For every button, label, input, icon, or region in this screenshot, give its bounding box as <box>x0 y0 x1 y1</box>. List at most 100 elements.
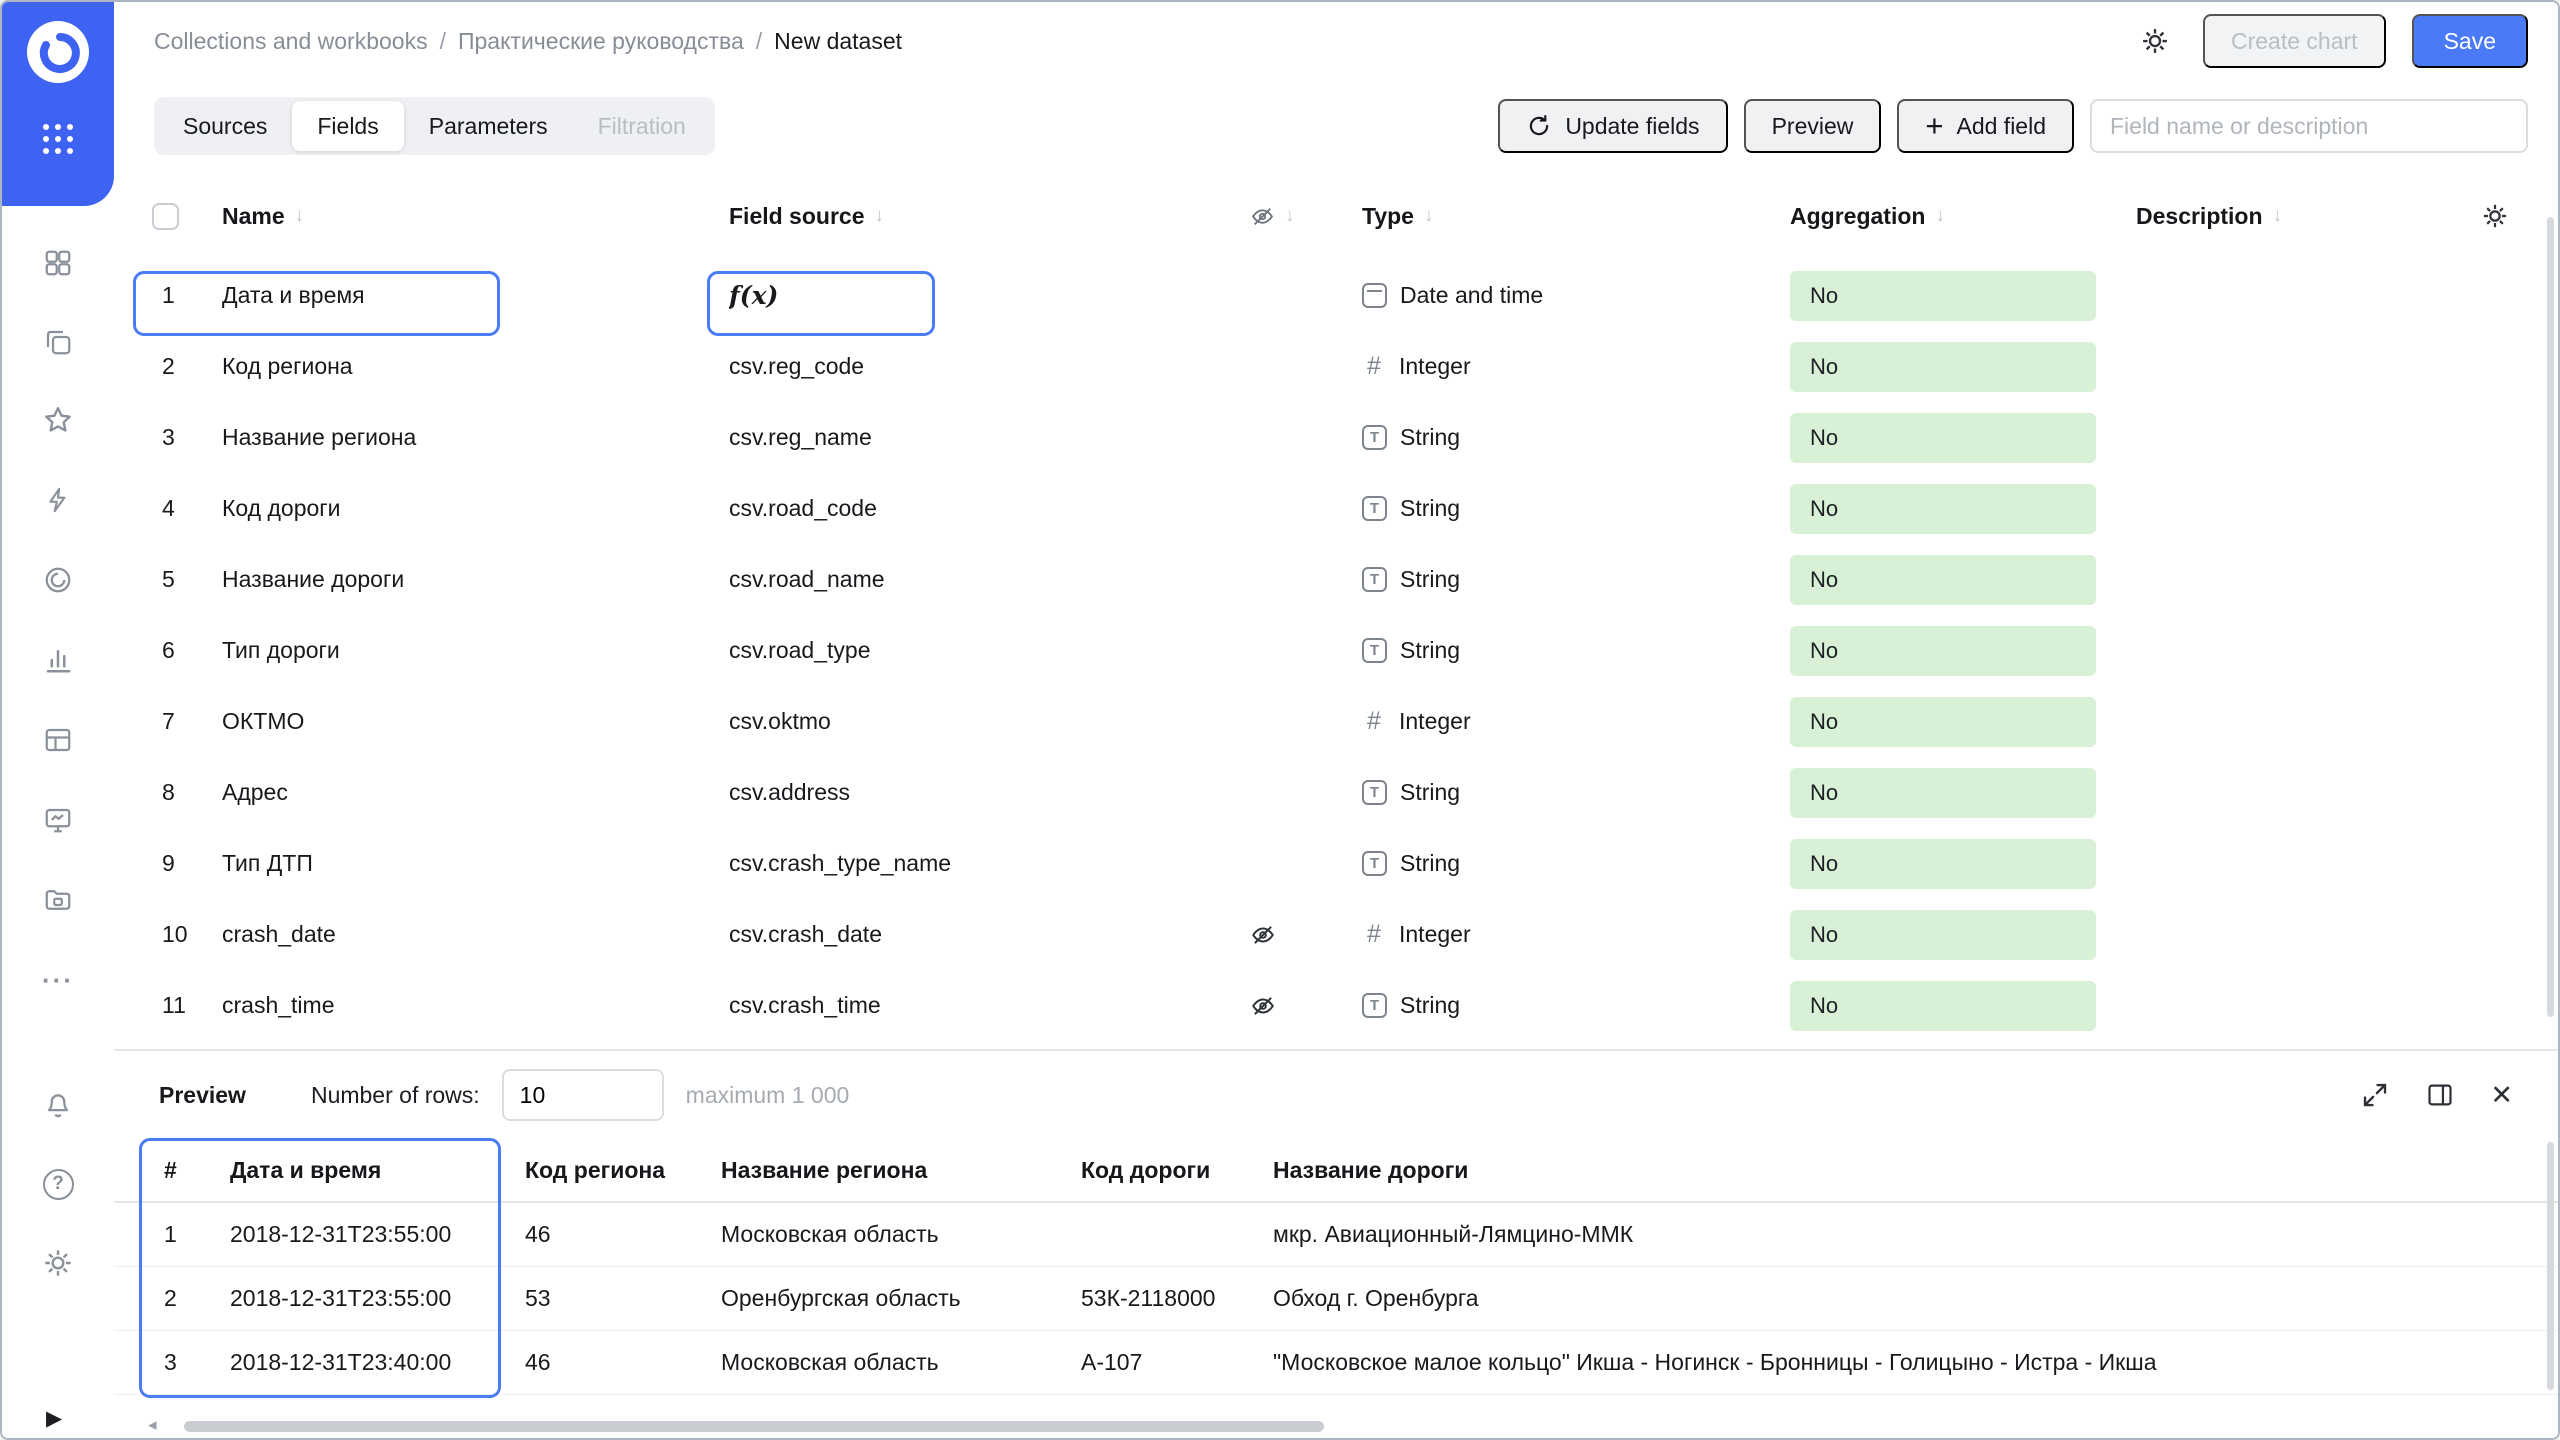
breadcrumb-workbook[interactable]: Практические руководства <box>458 28 744 55</box>
aggregation-select[interactable]: No <box>1790 271 2096 321</box>
header-name[interactable]: Name ↓ <box>222 203 729 230</box>
charts-icon[interactable] <box>36 638 80 682</box>
table-row[interactable]: 10 crash_date csv.crash_date # Integer N… <box>114 899 2558 970</box>
settings-icon[interactable] <box>36 1241 80 1285</box>
aggregation-select[interactable]: No <box>1790 626 2096 676</box>
create-chart-button[interactable]: Create chart <box>2203 14 2386 68</box>
field-type[interactable]: Date and time <box>1354 282 1790 309</box>
tab-fields[interactable]: Fields <box>292 101 403 151</box>
field-search-input[interactable] <box>2090 99 2528 153</box>
field-source[interactable]: csv.oktmo <box>729 708 1242 735</box>
field-name[interactable]: Код дороги <box>222 495 729 522</box>
tab-filtration[interactable]: Filtration <box>573 101 711 151</box>
field-source[interactable]: csv.address <box>729 779 1242 806</box>
dataset-settings-gear-icon[interactable] <box>2133 19 2177 63</box>
field-name[interactable]: Название региона <box>222 424 729 451</box>
field-source[interactable]: csv.road_type <box>729 637 1242 664</box>
tables-icon[interactable] <box>36 718 80 762</box>
aggregation-select[interactable]: No <box>1790 413 2096 463</box>
more-icon[interactable]: ··· <box>36 958 80 1002</box>
eye-off-icon[interactable] <box>1250 993 1276 1019</box>
favorites-icon[interactable] <box>36 398 80 442</box>
preview-vertical-scrollbar[interactable] <box>2547 1142 2554 1390</box>
aggregation-select[interactable]: No <box>1790 768 2096 818</box>
field-source[interactable]: csv.reg_code <box>729 353 1242 380</box>
datalens-logo[interactable] <box>27 21 89 83</box>
aggregation-select[interactable]: No <box>1790 697 2096 747</box>
fields-vertical-scrollbar[interactable] <box>2547 217 2554 1017</box>
field-type[interactable]: T String <box>1354 779 1790 806</box>
field-name[interactable]: Код региона <box>222 353 729 380</box>
quick-actions-icon[interactable] <box>36 478 80 522</box>
preview-horizontal-scrollbar[interactable] <box>184 1421 1324 1432</box>
help-icon[interactable]: ? <box>36 1162 80 1206</box>
rows-count-input[interactable] <box>502 1069 664 1121</box>
table-row[interactable]: 7 ОКТМО csv.oktmo # Integer No <box>114 686 2558 757</box>
header-aggregation[interactable]: Aggregation ↓ <box>1790 203 2136 230</box>
hscroll-left-arrow-icon[interactable]: ◂ <box>148 1415 157 1435</box>
header-description[interactable]: Description ↓ <box>2136 203 2477 230</box>
field-name[interactable]: crash_time <box>222 992 729 1019</box>
table-row[interactable]: 4 Код дороги csv.road_code T String No <box>114 473 2558 544</box>
table-row[interactable]: 6 Тип дороги csv.road_type T String No <box>114 615 2558 686</box>
tab-parameters[interactable]: Parameters <box>404 101 573 151</box>
table-row[interactable]: 8 Адрес csv.address T String No <box>114 757 2558 828</box>
table-row[interactable]: 1 Дата и время ƒ(x) Date and time No <box>114 260 2558 331</box>
dashboards-icon[interactable] <box>36 241 80 285</box>
aggregation-select[interactable]: No <box>1790 484 2096 534</box>
save-button[interactable]: Save <box>2412 14 2528 68</box>
field-source[interactable]: csv.crash_time <box>729 992 1242 1019</box>
field-source[interactable]: csv.crash_type_name <box>729 850 1242 877</box>
table-row[interactable]: 11 crash_time csv.crash_time T String No <box>114 970 2558 1041</box>
field-source[interactable]: csv.road_code <box>729 495 1242 522</box>
tab-sources[interactable]: Sources <box>158 101 292 151</box>
field-name[interactable]: ОКТМО <box>222 708 729 735</box>
table-settings-gear-icon[interactable] <box>2477 202 2558 230</box>
aggregation-select[interactable]: No <box>1790 839 2096 889</box>
field-source[interactable]: csv.reg_name <box>729 424 1242 451</box>
table-row[interactable]: 9 Тип ДТП csv.crash_type_name T String N… <box>114 828 2558 899</box>
update-fields-button[interactable]: Update fields <box>1498 99 1727 153</box>
field-name[interactable]: Дата и время <box>222 282 729 309</box>
eye-off-icon[interactable] <box>1250 922 1276 948</box>
table-row[interactable]: 2 Код региона csv.reg_code # Integer No <box>114 331 2558 402</box>
select-all-checkbox[interactable] <box>152 203 179 230</box>
field-name[interactable]: crash_date <box>222 921 729 948</box>
field-source[interactable]: csv.crash_date <box>729 921 1242 948</box>
header-type[interactable]: Type ↓ <box>1354 203 1790 230</box>
add-field-button[interactable]: + Add field <box>1897 99 2074 153</box>
expand-preview-icon[interactable] <box>2360 1080 2390 1110</box>
header-field-source[interactable]: Field source ↓ <box>729 203 1242 230</box>
preview-button[interactable]: Preview <box>1744 99 1882 153</box>
field-name[interactable]: Название дороги <box>222 566 729 593</box>
field-name[interactable]: Тип дороги <box>222 637 729 664</box>
monitoring-icon[interactable] <box>36 798 80 842</box>
field-type[interactable]: T String <box>1354 495 1790 522</box>
collections-icon[interactable] <box>36 320 80 364</box>
storage-icon[interactable] <box>36 878 80 922</box>
header-hidden[interactable]: ↓ <box>1242 204 1354 229</box>
aggregation-select[interactable]: No <box>1790 342 2096 392</box>
aggregation-select[interactable]: No <box>1790 981 2096 1031</box>
field-name[interactable]: Адрес <box>222 779 729 806</box>
aggregation-select[interactable]: No <box>1790 555 2096 605</box>
field-source[interactable]: csv.road_name <box>729 566 1242 593</box>
field-name[interactable]: Тип ДТП <box>222 850 729 877</box>
field-source-formula[interactable]: ƒ(x) <box>729 281 1242 310</box>
field-type[interactable]: T String <box>1354 566 1790 593</box>
field-type[interactable]: T String <box>1354 424 1790 451</box>
notifications-icon[interactable] <box>36 1084 80 1128</box>
apps-grid-icon[interactable] <box>43 124 73 154</box>
field-type[interactable]: T String <box>1354 992 1790 1019</box>
editor-icon[interactable] <box>36 558 80 602</box>
field-type[interactable]: # Integer <box>1354 707 1790 736</box>
table-row[interactable]: 5 Название дороги csv.road_name T String… <box>114 544 2558 615</box>
aggregation-select[interactable]: No <box>1790 910 2096 960</box>
dock-preview-icon[interactable] <box>2426 1081 2454 1109</box>
close-preview-icon[interactable]: ✕ <box>2490 1082 2513 1109</box>
expand-sidebar-icon[interactable]: ▶ <box>46 1406 62 1431</box>
field-type[interactable]: T String <box>1354 637 1790 664</box>
table-row[interactable]: 3 Название региона csv.reg_name T String… <box>114 402 2558 473</box>
field-type[interactable]: # Integer <box>1354 352 1790 381</box>
field-type[interactable]: # Integer <box>1354 920 1790 949</box>
